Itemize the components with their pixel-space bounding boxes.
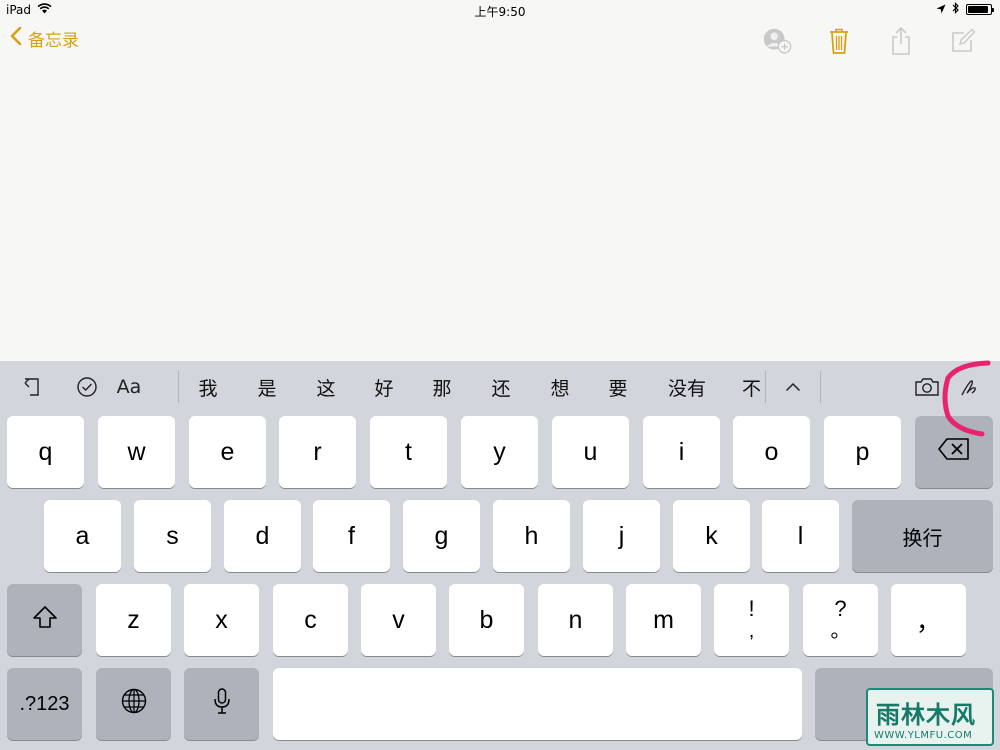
key-bottom-char: 。 — [830, 620, 851, 642]
location-icon — [936, 3, 946, 17]
candidate-word[interactable]: 好 — [370, 371, 398, 403]
checklist-icon[interactable] — [72, 371, 102, 403]
add-person-icon[interactable] — [760, 25, 794, 57]
key-a[interactable]: a — [44, 500, 121, 572]
key-l[interactable]: l — [762, 500, 839, 572]
key-v[interactable]: v — [361, 584, 436, 656]
candidate-word[interactable]: 不 — [742, 371, 764, 403]
key-h[interactable]: h — [493, 500, 570, 572]
back-label: 备忘录 — [28, 31, 79, 51]
toolbar-divider — [820, 371, 821, 403]
back-button[interactable]: 备忘录 — [10, 26, 79, 51]
status-time: 上午9:50 — [474, 5, 526, 19]
trash-icon[interactable] — [822, 25, 856, 57]
keyboard-toolbar: Aa 我 是 这 好 那 还 想 要 没有 不 — [0, 361, 1000, 413]
delete-backspace-icon — [937, 437, 971, 468]
status-bar: iPad 上午9:50 — [0, 0, 1000, 22]
key-b[interactable]: b — [449, 584, 524, 656]
key-chinese-comma[interactable]: ， — [891, 584, 966, 656]
key-r[interactable]: r — [279, 416, 356, 488]
candidate-word[interactable]: 还 — [487, 371, 515, 403]
toolbar-divider — [765, 371, 766, 403]
candidate-word[interactable]: 我 — [194, 371, 222, 403]
key-exclaim-comma[interactable]: ! , — [714, 584, 789, 656]
key-top-char: ? — [834, 596, 847, 621]
key-u[interactable]: u — [552, 416, 629, 488]
key-w[interactable]: w — [98, 416, 175, 488]
shift-key[interactable] — [7, 584, 82, 656]
globe-icon — [120, 687, 148, 722]
format-button[interactable]: Aa — [112, 371, 146, 403]
key-d[interactable]: d — [224, 500, 301, 572]
watermark-url: WWW.YLMFU.COM — [874, 730, 973, 741]
key-j[interactable]: j — [583, 500, 660, 572]
key-bottom-char: , — [748, 620, 755, 642]
key-i[interactable]: i — [643, 416, 720, 488]
microphone-icon — [213, 687, 231, 722]
battery-icon — [966, 4, 994, 15]
shift-icon — [32, 605, 58, 636]
key-p[interactable]: p — [824, 416, 901, 488]
dictation-key[interactable] — [184, 668, 259, 740]
nav-bar: 备忘录 — [0, 22, 1000, 62]
key-g[interactable]: g — [403, 500, 480, 572]
compose-icon[interactable] — [946, 25, 980, 57]
key-m[interactable]: m — [626, 584, 701, 656]
numbers-key[interactable]: .?123 — [7, 668, 82, 740]
keyboard: Aa 我 是 这 好 那 还 想 要 没有 不 q w e r t y u i … — [0, 358, 1000, 750]
key-e[interactable]: e — [189, 416, 266, 488]
key-x[interactable]: x — [184, 584, 259, 656]
key-k[interactable]: k — [673, 500, 750, 572]
globe-key[interactable] — [96, 668, 171, 740]
undo-icon[interactable] — [18, 371, 48, 403]
key-z[interactable]: z — [96, 584, 171, 656]
chevron-left-icon — [10, 26, 22, 51]
key-q[interactable]: q — [7, 416, 84, 488]
key-s[interactable]: s — [134, 500, 211, 572]
key-o[interactable]: o — [733, 416, 810, 488]
candidate-word[interactable]: 这 — [312, 371, 340, 403]
key-c[interactable]: c — [273, 584, 348, 656]
space-bar[interactable] — [273, 668, 802, 740]
candidate-word[interactable]: 是 — [253, 371, 281, 403]
key-n[interactable]: n — [538, 584, 613, 656]
key-y[interactable]: y — [461, 416, 538, 488]
bluetooth-icon — [952, 2, 960, 17]
candidate-word[interactable]: 要 — [604, 371, 632, 403]
expand-up-icon[interactable] — [780, 371, 806, 403]
key-t[interactable]: t — [370, 416, 447, 488]
key-f[interactable]: f — [313, 500, 390, 572]
watermark-logo: 雨林木风 WWW.YLMFU.COM — [866, 688, 994, 746]
candidate-word[interactable]: 想 — [546, 371, 574, 403]
note-editor[interactable] — [0, 62, 1000, 361]
toolbar-divider — [178, 371, 179, 403]
watermark-brand: 雨林木风 — [876, 701, 976, 729]
key-top-char: ! — [748, 596, 755, 621]
candidate-word[interactable]: 那 — [428, 371, 456, 403]
candidate-word[interactable]: 没有 — [664, 371, 710, 403]
return-key[interactable]: 换行 — [852, 500, 993, 572]
share-icon[interactable] — [884, 25, 918, 57]
annotation-mark — [938, 358, 994, 440]
key-question-period[interactable]: ? 。 — [803, 584, 878, 656]
